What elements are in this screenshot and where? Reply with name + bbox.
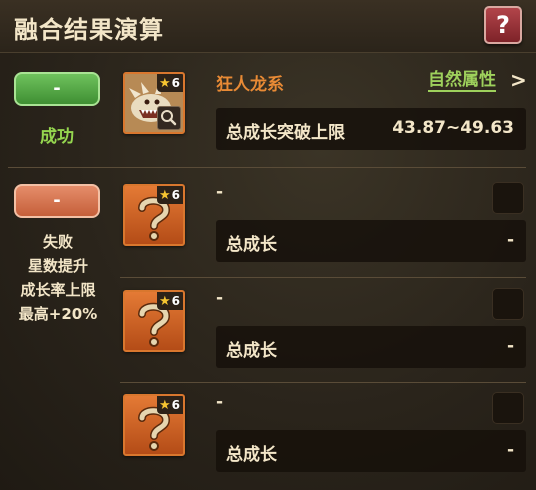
star-count: 6 xyxy=(171,398,180,412)
material-stat-row: 总成长 - xyxy=(216,220,526,262)
header-bar: 融合结果演算 ? xyxy=(0,0,536,53)
material-slot-portrait[interactable]: ★6 xyxy=(123,290,185,352)
attribute-link[interactable]: 自然属性 xyxy=(428,70,496,92)
stat-label: 总成长 xyxy=(226,445,277,465)
material-slot-portrait[interactable]: ★6 xyxy=(123,184,185,246)
row-divider xyxy=(120,277,526,278)
result-toggle-button[interactable]: - xyxy=(14,72,100,106)
success-status: 成功 xyxy=(40,127,74,147)
stat-value: 43.87~49.63 xyxy=(392,118,514,138)
section-divider xyxy=(8,167,526,168)
star-badge: ★6 xyxy=(156,74,183,92)
material-toggle-button[interactable]: - xyxy=(14,184,100,218)
fusion-result-panel: 融合结果演算 ? - 成功 ★6 狂人龙系 自然属性 > 总成长突破上限 43.… xyxy=(0,0,536,490)
result-toggle-label: - xyxy=(53,78,61,99)
material-name: - xyxy=(216,182,224,202)
result-stat-row: 总成长突破上限 43.87~49.63 xyxy=(216,108,526,150)
help-button[interactable]: ? xyxy=(484,6,522,44)
stat-value: - xyxy=(506,440,514,460)
result-monster-portrait[interactable]: ★6 xyxy=(123,72,185,134)
material-checkbox[interactable] xyxy=(492,182,524,214)
fail-line: 成长率上限 xyxy=(20,281,96,299)
magnifier-icon[interactable] xyxy=(157,106,181,130)
help-icon: ? xyxy=(496,11,510,39)
star-icon: ★ xyxy=(158,294,171,309)
star-count: 6 xyxy=(171,294,180,308)
star-icon: ★ xyxy=(158,398,171,413)
stat-value: - xyxy=(506,336,514,356)
material-name: - xyxy=(216,288,224,308)
fail-line: 星数提升 xyxy=(27,257,88,275)
row-divider xyxy=(120,382,526,383)
star-badge: ★6 xyxy=(156,292,183,310)
material-checkbox[interactable] xyxy=(492,392,524,424)
star-badge: ★6 xyxy=(156,186,183,204)
star-badge: ★6 xyxy=(156,396,183,414)
material-toggle-label: - xyxy=(53,190,61,211)
chevron-right-icon[interactable]: > xyxy=(510,68,527,92)
material-name: - xyxy=(216,392,224,412)
panel-title: 融合结果演算 xyxy=(14,16,164,44)
stat-label: 总成长突破上限 xyxy=(226,123,345,143)
stat-label: 总成长 xyxy=(226,341,277,361)
monster-name: 狂人龙系 xyxy=(216,75,284,95)
fail-line: 最高+20% xyxy=(18,305,98,323)
material-checkbox[interactable] xyxy=(492,288,524,320)
stat-label: 总成长 xyxy=(226,235,277,255)
star-icon: ★ xyxy=(158,188,171,203)
stat-value: - xyxy=(506,230,514,250)
fail-line: 失败 xyxy=(42,233,73,251)
material-slot-portrait[interactable]: ★6 xyxy=(123,394,185,456)
star-count: 6 xyxy=(171,188,180,202)
star-icon: ★ xyxy=(158,76,171,91)
star-count: 6 xyxy=(171,76,180,90)
material-stat-row: 总成长 - xyxy=(216,430,526,472)
material-stat-row: 总成长 - xyxy=(216,326,526,368)
fail-info: 失败 星数提升 成长率上限 最高+20% xyxy=(0,230,116,326)
